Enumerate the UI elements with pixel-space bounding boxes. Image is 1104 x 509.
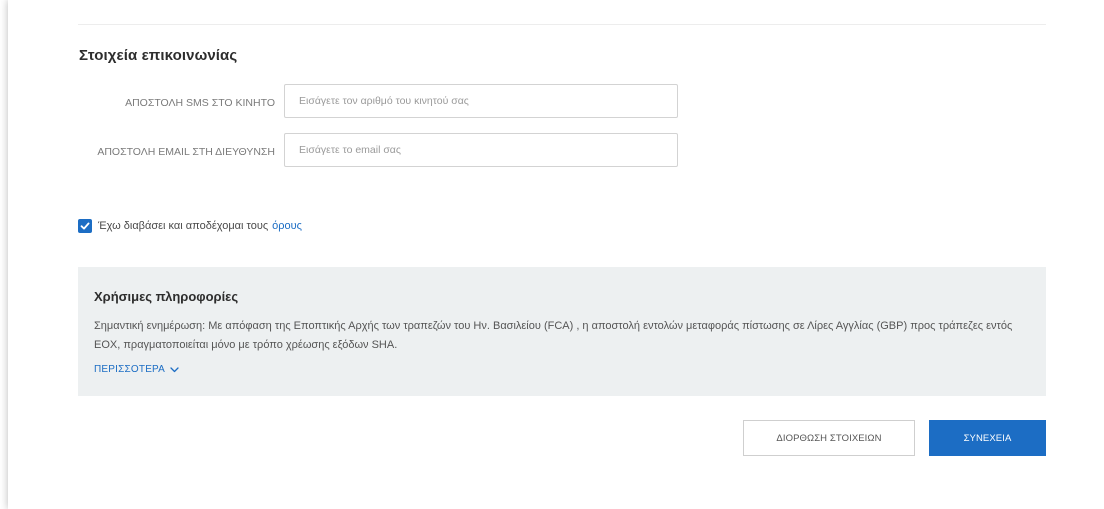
info-box: Χρήσιμες πληροφορίες Σημαντική ενημέρωση… <box>78 267 1046 396</box>
terms-checkbox[interactable] <box>78 219 92 233</box>
sms-field-label: ΑΠΟΣΤΟΛΗ SMS ΣΤΟ ΚΙΝΗΤΟ <box>125 97 275 109</box>
info-text: Σημαντική ενημέρωση: Με απόφαση της Εποπ… <box>94 320 1013 351</box>
section-title: Στοιχεία επικοινωνίας <box>79 47 238 64</box>
edit-details-button[interactable]: ΔΙΟΡΘΩΣΗ ΣΤΟΙΧΕΙΩΝ <box>743 420 915 456</box>
chevron-down-icon <box>170 366 179 372</box>
terms-row: Έχω διαβάσει και αποδέχομαι τους όρους <box>78 219 302 233</box>
email-field-label: ΑΠΟΣΤΟΛΗ EMAIL ΣΤΗ ΔΙΕΥΘΥΝΣΗ <box>97 146 275 158</box>
page: Στοιχεία επικοινωνίας ΑΠΟΣΤΟΛΗ SMS ΣΤΟ Κ… <box>0 0 1104 509</box>
more-link-label: ΠΕΡΙΣΣΟΤΕΡΑ <box>94 364 166 375</box>
more-link[interactable]: ΠΕΡΙΣΣΟΤΕΡΑ <box>94 364 179 375</box>
continue-button[interactable]: ΣΥΝΕΧΕΙΑ <box>929 420 1046 456</box>
terms-link[interactable]: όρους <box>272 220 302 232</box>
mobile-number-input[interactable] <box>284 84 678 118</box>
info-title: Χρήσιμες πληροφορίες <box>94 289 239 304</box>
terms-text: Έχω διαβάσει και αποδέχομαι τους <box>98 220 269 232</box>
divider <box>78 24 1046 25</box>
check-icon <box>80 222 90 230</box>
email-input[interactable] <box>284 133 678 167</box>
